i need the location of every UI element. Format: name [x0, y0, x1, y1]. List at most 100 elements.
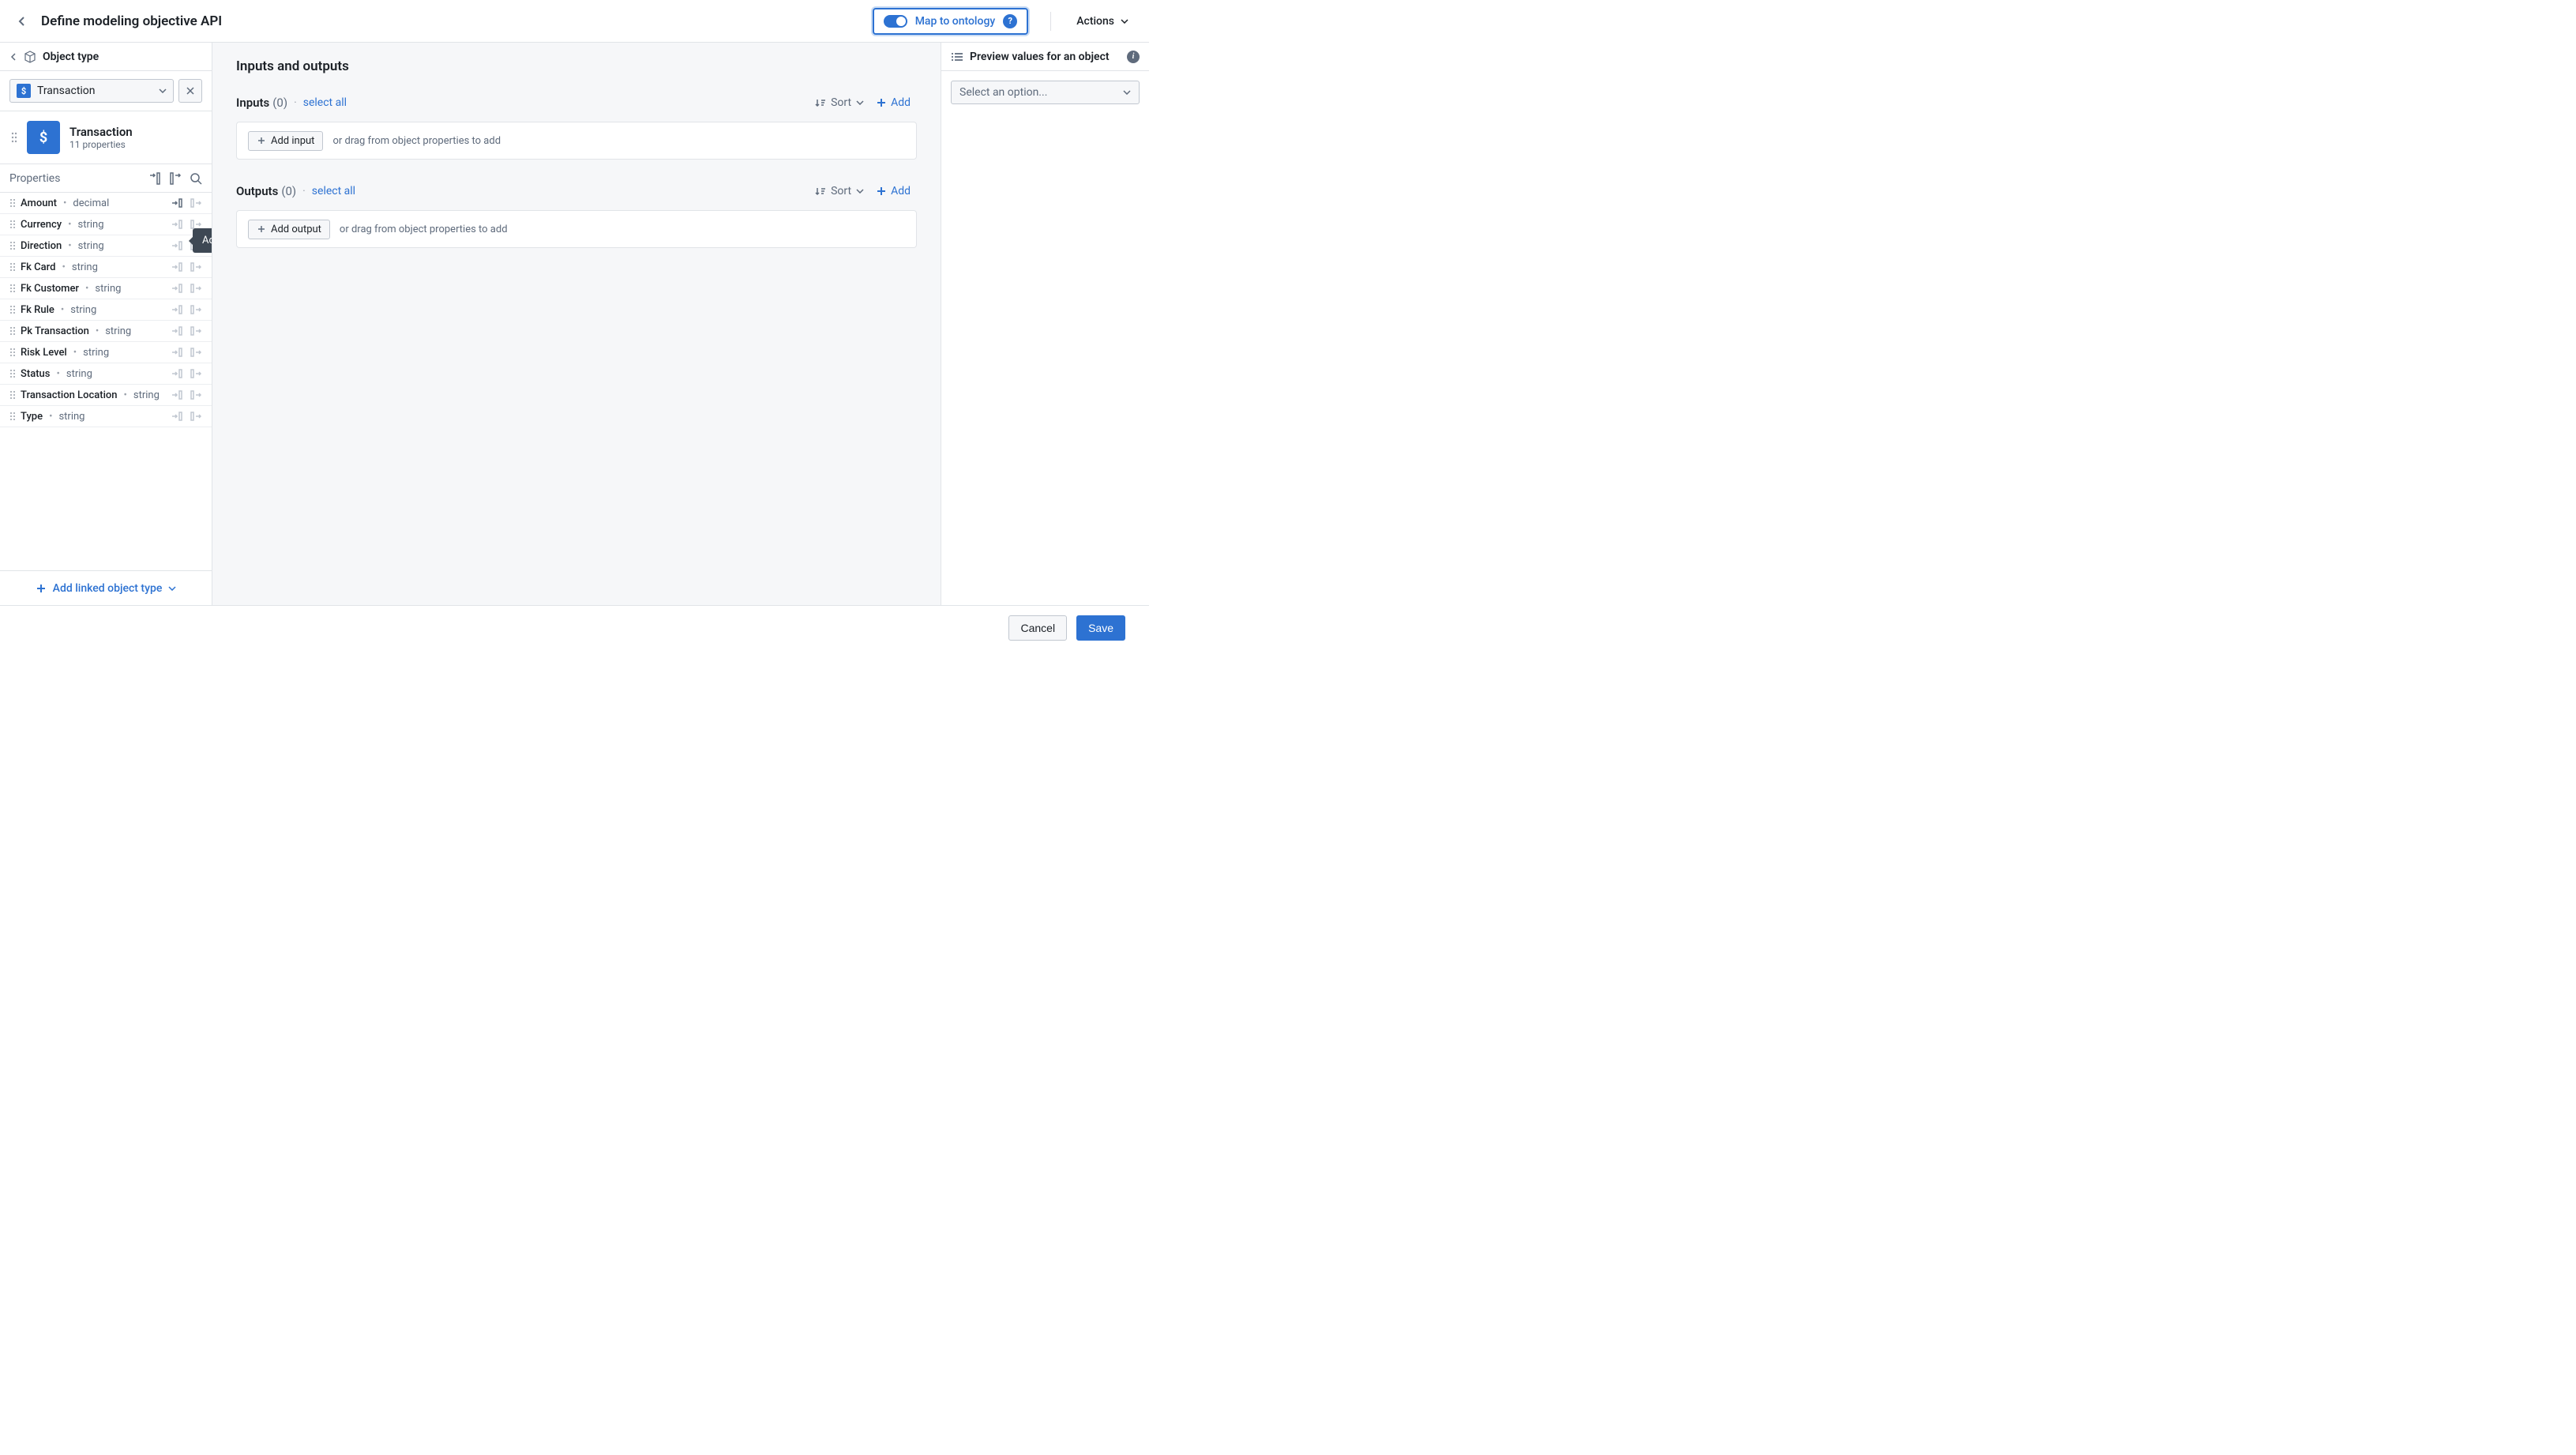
- sort-icon: [815, 97, 826, 108]
- actions-label: Actions: [1076, 15, 1114, 28]
- property-row[interactable]: Risk Level • string: [0, 342, 212, 363]
- property-row[interactable]: Fk Customer • string: [0, 278, 212, 299]
- save-button[interactable]: Save: [1076, 615, 1125, 641]
- list-icon: [951, 51, 963, 62]
- add-to-outputs-icon[interactable]: [190, 283, 202, 294]
- outputs-label: Outputs: [236, 184, 278, 198]
- add-to-inputs-icon[interactable]: [171, 347, 183, 358]
- inputs-select-all-link[interactable]: select all: [303, 96, 347, 109]
- property-type: string: [66, 368, 92, 380]
- add-to-inputs-icon[interactable]: [171, 389, 183, 400]
- property-name: Fk Rule: [21, 304, 54, 316]
- add-to-inputs-icon[interactable]: [171, 325, 183, 336]
- add-to-inputs-icon[interactable]: [171, 240, 183, 251]
- drag-handle-icon[interactable]: [11, 132, 17, 143]
- add-linked-object-type-button[interactable]: Add linked object type: [0, 570, 212, 605]
- outputs-dropzone[interactable]: Add output or drag from object propertie…: [236, 210, 917, 248]
- add-to-inputs-icon[interactable]: [171, 368, 183, 379]
- property-row[interactable]: Direction • string: [0, 235, 212, 257]
- property-row[interactable]: Type • string: [0, 406, 212, 427]
- help-icon[interactable]: ?: [1003, 14, 1017, 28]
- add-all-inputs-icon[interactable]: [148, 172, 161, 185]
- add-to-outputs-icon[interactable]: [190, 389, 202, 400]
- add-to-inputs-icon[interactable]: [171, 283, 183, 294]
- drag-handle-icon[interactable]: [9, 305, 16, 314]
- property-row[interactable]: Status • string: [0, 363, 212, 385]
- drag-handle-icon[interactable]: [9, 220, 16, 229]
- search-properties-icon[interactable]: [190, 172, 202, 185]
- property-name: Amount: [21, 197, 57, 209]
- preview-header-label: Preview values for an object: [970, 51, 1110, 63]
- add-to-outputs-icon[interactable]: [190, 197, 202, 209]
- property-type: string: [78, 219, 104, 231]
- back-button[interactable]: [17, 17, 27, 26]
- inputs-section-head: Inputs (0) · select all Sort Add: [236, 93, 917, 112]
- add-to-outputs-icon[interactable]: [190, 411, 202, 422]
- property-name: Pk Transaction: [21, 325, 89, 337]
- property-type: string: [72, 261, 98, 273]
- add-to-outputs-icon[interactable]: [190, 325, 202, 336]
- toggle-switch[interactable]: [884, 15, 907, 28]
- map-to-ontology-toggle-group[interactable]: Map to ontology ?: [873, 8, 1029, 35]
- collapse-chevron[interactable]: [9, 53, 17, 61]
- preview-select-dropdown[interactable]: Select an option...: [951, 81, 1140, 104]
- drag-handle-icon[interactable]: [9, 198, 16, 208]
- properties-header: Properties: [0, 164, 212, 193]
- add-to-outputs-icon[interactable]: [190, 347, 202, 358]
- page-title: Define modeling objective API: [41, 13, 222, 29]
- chevron-down-icon: [856, 100, 864, 105]
- add-to-outputs-icon[interactable]: [190, 304, 202, 315]
- drag-handle-icon[interactable]: [9, 348, 16, 357]
- cancel-button[interactable]: Cancel: [1008, 615, 1067, 641]
- info-icon[interactable]: i: [1127, 51, 1140, 63]
- add-to-inputs-icon[interactable]: [171, 197, 183, 209]
- drag-handle-icon[interactable]: [9, 326, 16, 336]
- property-type: string: [105, 325, 131, 337]
- property-row[interactable]: Transaction Location • string: [0, 385, 212, 406]
- property-type: string: [78, 240, 104, 252]
- actions-menu-button[interactable]: Actions: [1073, 10, 1132, 32]
- outputs-count: (0): [281, 184, 296, 198]
- add-input-chip[interactable]: Add input: [248, 131, 323, 151]
- chevron-down-icon: [1121, 19, 1128, 24]
- drag-handle-icon[interactable]: [9, 241, 16, 250]
- property-row[interactable]: Pk Transaction • string: [0, 321, 212, 342]
- drag-handle-icon[interactable]: [9, 412, 16, 421]
- property-name: Fk Card: [21, 261, 55, 273]
- add-to-inputs-icon[interactable]: [171, 304, 183, 315]
- outputs-add-button[interactable]: Add: [870, 182, 917, 201]
- add-to-outputs-icon[interactable]: [190, 368, 202, 379]
- plus-icon: [257, 136, 266, 145]
- property-type: string: [58, 411, 84, 423]
- drag-handle-icon[interactable]: [9, 369, 16, 378]
- property-row[interactable]: Fk Card • string: [0, 257, 212, 278]
- properties-label: Properties: [9, 172, 60, 185]
- inputs-label: Inputs: [236, 96, 269, 110]
- add-to-outputs-icon[interactable]: [190, 261, 202, 273]
- inputs-add-button[interactable]: Add: [870, 93, 917, 112]
- inputs-dropzone[interactable]: Add input or drag from object properties…: [236, 122, 917, 160]
- svg-text:$: $: [39, 130, 47, 146]
- outputs-select-all-link[interactable]: select all: [312, 185, 355, 197]
- drag-handle-icon[interactable]: [9, 390, 16, 400]
- center-panel: Inputs and outputs Inputs (0) · select a…: [212, 43, 941, 605]
- object-type-header: Object type: [0, 43, 212, 71]
- preview-header: Preview values for an object i: [941, 43, 1149, 71]
- property-row[interactable]: Currency • string: [0, 214, 212, 235]
- close-icon: [186, 86, 195, 96]
- drag-handle-icon[interactable]: [9, 262, 16, 272]
- outputs-sort-button[interactable]: Sort: [809, 182, 870, 201]
- tooltip: Add this object property to Inputs: [193, 228, 212, 253]
- object-subtitle: 11 properties: [69, 139, 133, 150]
- object-select-dropdown[interactable]: $ Transaction: [9, 79, 174, 103]
- clear-object-button[interactable]: [178, 79, 202, 103]
- property-row[interactable]: Amount • decimal: [0, 193, 212, 214]
- add-to-inputs-icon[interactable]: [171, 219, 183, 230]
- drag-handle-icon[interactable]: [9, 284, 16, 293]
- add-to-inputs-icon[interactable]: [171, 411, 183, 422]
- inputs-sort-button[interactable]: Sort: [809, 93, 870, 112]
- add-to-inputs-icon[interactable]: [171, 261, 183, 273]
- add-all-outputs-icon[interactable]: [169, 172, 182, 185]
- property-row[interactable]: Fk Rule • string: [0, 299, 212, 321]
- add-output-chip[interactable]: Add output: [248, 220, 330, 239]
